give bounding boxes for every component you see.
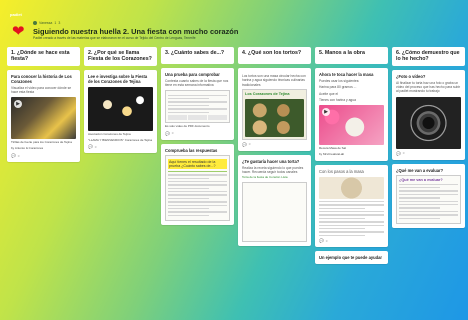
video-caption[interactable]: Tirillas de fuerte para los Corazones de…	[11, 141, 76, 145]
column-1: 1. ¿Dónde se hace esta fiesta? Para cono…	[7, 47, 80, 162]
embedded-document[interactable]: Los Corazones de Tejina	[242, 88, 307, 140]
post-footer: 💬 0	[165, 131, 230, 136]
column-4: 4. ¿Qué son los tortos? Los tortos son u…	[238, 47, 311, 247]
post-card[interactable]: Ahora te toca hacer la masa Puedes usar …	[315, 68, 388, 161]
play-icon[interactable]: ▶	[322, 108, 330, 117]
video-author: by Antonio & Corazones	[11, 146, 44, 151]
video-author: by MrsCreativaLab	[319, 151, 345, 156]
embedded-document[interactable]	[242, 182, 307, 243]
comment-icon[interactable]: 💬	[319, 238, 324, 243]
comment-icon[interactable]: 💬	[165, 131, 170, 136]
padlet-board: padlet ❤ Vanessa 1 3 Siguiendo nuestra h…	[3, 3, 465, 317]
video-thumbnail[interactable]: ▶	[319, 105, 384, 146]
post-footer: 💬 0	[11, 153, 76, 159]
post-title: Comprueba las respuestas	[165, 147, 218, 153]
post-title: ¿Foto o vídeo?	[396, 73, 426, 79]
tortos-image	[245, 98, 304, 137]
column-header[interactable]: 2. ¿Por qué se llama Fiesta de los Coraz…	[84, 47, 157, 66]
post-card[interactable]: ¿Qué me van a evaluar? ¿Qué me van a eva…	[392, 163, 465, 228]
column-5: 5. Manos a la obra Ahora te toca hacer l…	[315, 47, 388, 265]
post-text: Realiza la receta siguiendo lo que puede…	[242, 165, 304, 175]
embedded-document[interactable]: Aquí tienes el resultado de la prueba ¿C…	[165, 154, 230, 222]
comments-count: 3	[58, 21, 61, 25]
board-meta: Vanessa 1 3	[33, 21, 60, 25]
post-card[interactable]: Los tortos son una masa circular hecha c…	[238, 68, 311, 151]
board-title: Siguiendo nuestra huella 2. Una fiesta c…	[33, 27, 239, 36]
comment-count: 0	[171, 131, 174, 136]
post-footer: 💬 0	[319, 238, 384, 244]
comment-icon[interactable]: 💬	[242, 142, 247, 147]
video-thumbnail[interactable]: ▶	[11, 97, 76, 140]
comment-icon[interactable]: 💬	[88, 144, 93, 149]
post-title: Para conocer la historia de Los Corazone…	[11, 73, 72, 84]
post-title: ¿Te gustaría hacer una torta?	[242, 158, 300, 164]
recipe-link[interactable]: Torta de la fiesta de Corazón Lista	[242, 176, 307, 180]
post-text: Al finalizar tu torta haz una foto o gra…	[396, 80, 461, 94]
comment-count: 0	[17, 153, 20, 158]
embedded-document[interactable]	[165, 89, 230, 123]
post-title: ¿Qué me van a evaluar?	[396, 167, 444, 173]
comment-count: 0	[402, 151, 405, 156]
column-header[interactable]: 1. ¿Dónde se hace esta fiesta?	[7, 47, 80, 66]
post-title: Lee e investiga sobre la Fiesta de los C…	[88, 73, 148, 84]
column-header[interactable]: 6. ¿Cómo demuestro que lo he hecho?	[392, 47, 465, 66]
doc-caption: Es solo video de PDF documento	[165, 123, 210, 128]
post-text: Visualiza el video para conocer dónde se…	[11, 85, 72, 95]
padlet-logo[interactable]: padlet	[10, 12, 22, 17]
post-title: Un ejemplo que te puede ayudar	[319, 255, 383, 261]
image-thumbnail[interactable]	[88, 86, 153, 131]
link-caption-2: "LLAMA Y BIENVENIDOS" Corazones de Tejin…	[88, 137, 152, 142]
post-card[interactable]: Una prueba para comprobar Contesta cuant…	[161, 68, 234, 140]
comment-count: 0	[325, 238, 328, 243]
heart-icon: ❤	[12, 23, 25, 40]
post-card[interactable]: Para conocer la historia de Los Corazone…	[7, 69, 80, 162]
post-card[interactable]: ¿Foto o vídeo? Al finalizar tu torta haz…	[392, 69, 465, 160]
post-card[interactable]: Comprueba las respuestas Aquí tienes el …	[161, 143, 234, 226]
play-icon[interactable]: ▶	[14, 100, 22, 109]
column-6: 6. ¿Cómo demuestro que lo he hecho? ¿Fot…	[392, 47, 465, 228]
list-item: Aceite que el	[319, 91, 339, 96]
post-title: Una prueba para comprobar	[165, 72, 220, 77]
embedded-document[interactable]: ¿Qué me van a evaluar?	[396, 174, 461, 224]
video-caption[interactable]: Receta Masa de Sal	[319, 146, 384, 151]
likes-count: 1	[54, 21, 57, 25]
post-footer: 💬 0	[242, 142, 307, 147]
dough-image	[319, 176, 384, 199]
post-card[interactable]: Con los pasos a la masa 💬 0	[315, 164, 388, 248]
comment-count: 0	[94, 144, 97, 149]
comment-icon[interactable]: 💬	[11, 153, 16, 158]
comment-icon[interactable]: 💬	[396, 151, 401, 156]
comment-count: 0	[248, 142, 251, 147]
post-card[interactable]: ¿Te gustaría hacer una torta? Realiza la…	[238, 154, 311, 247]
post-footer: 💬 0	[396, 151, 461, 156]
post-card[interactable]: Un ejemplo que te puede ayudar	[315, 251, 388, 265]
column-header[interactable]: 4. ¿Qué son los tortos?	[238, 47, 311, 64]
doc-title: ¿Qué me van a evaluar?	[399, 177, 443, 182]
post-card[interactable]: Lee e investiga sobre la Fiesta de los C…	[84, 69, 157, 154]
post-text: Puedes usar los siguientes:	[319, 79, 360, 83]
column-3: 3. ¿Cuánto sabes de...? Una prueba para …	[161, 47, 234, 226]
list-item: Tienes con harina y agua	[319, 97, 356, 102]
doc-highlight: Aquí tienes el resultado de la prueba ¿C…	[168, 158, 227, 169]
post-title: Con los pasos a la masa	[319, 168, 364, 174]
board-subtitle: Padlet creado a través de las materias q…	[33, 36, 196, 40]
post-title: Ahora te toca hacer la masa	[319, 72, 374, 77]
post-text: Contesta cuanto sabes de la fiesta que n…	[165, 79, 229, 88]
column-2: 2. ¿Por qué se llama Fiesta de los Coraz…	[84, 47, 157, 154]
column-header[interactable]: 3. ¿Cuánto sabes de...?	[161, 47, 234, 64]
link-caption[interactable]: Asociación Corazones de Tejina	[88, 132, 153, 137]
list-item: Harina para 80 gramos ...	[319, 85, 357, 90]
camera-lens-image	[396, 96, 461, 149]
post-footer: 💬 0	[88, 144, 153, 150]
author-avatar[interactable]	[33, 21, 37, 25]
column-header[interactable]: 5. Manos a la obra	[315, 47, 388, 64]
board-header: padlet ❤ Vanessa 1 3 Siguiendo nuestra h…	[7, 11, 461, 45]
post-text: Los tortos son una masa circular hecha c…	[242, 74, 306, 87]
author-name[interactable]: Vanessa	[39, 21, 52, 25]
doc-title: Los Corazones de Tejina	[245, 91, 290, 96]
